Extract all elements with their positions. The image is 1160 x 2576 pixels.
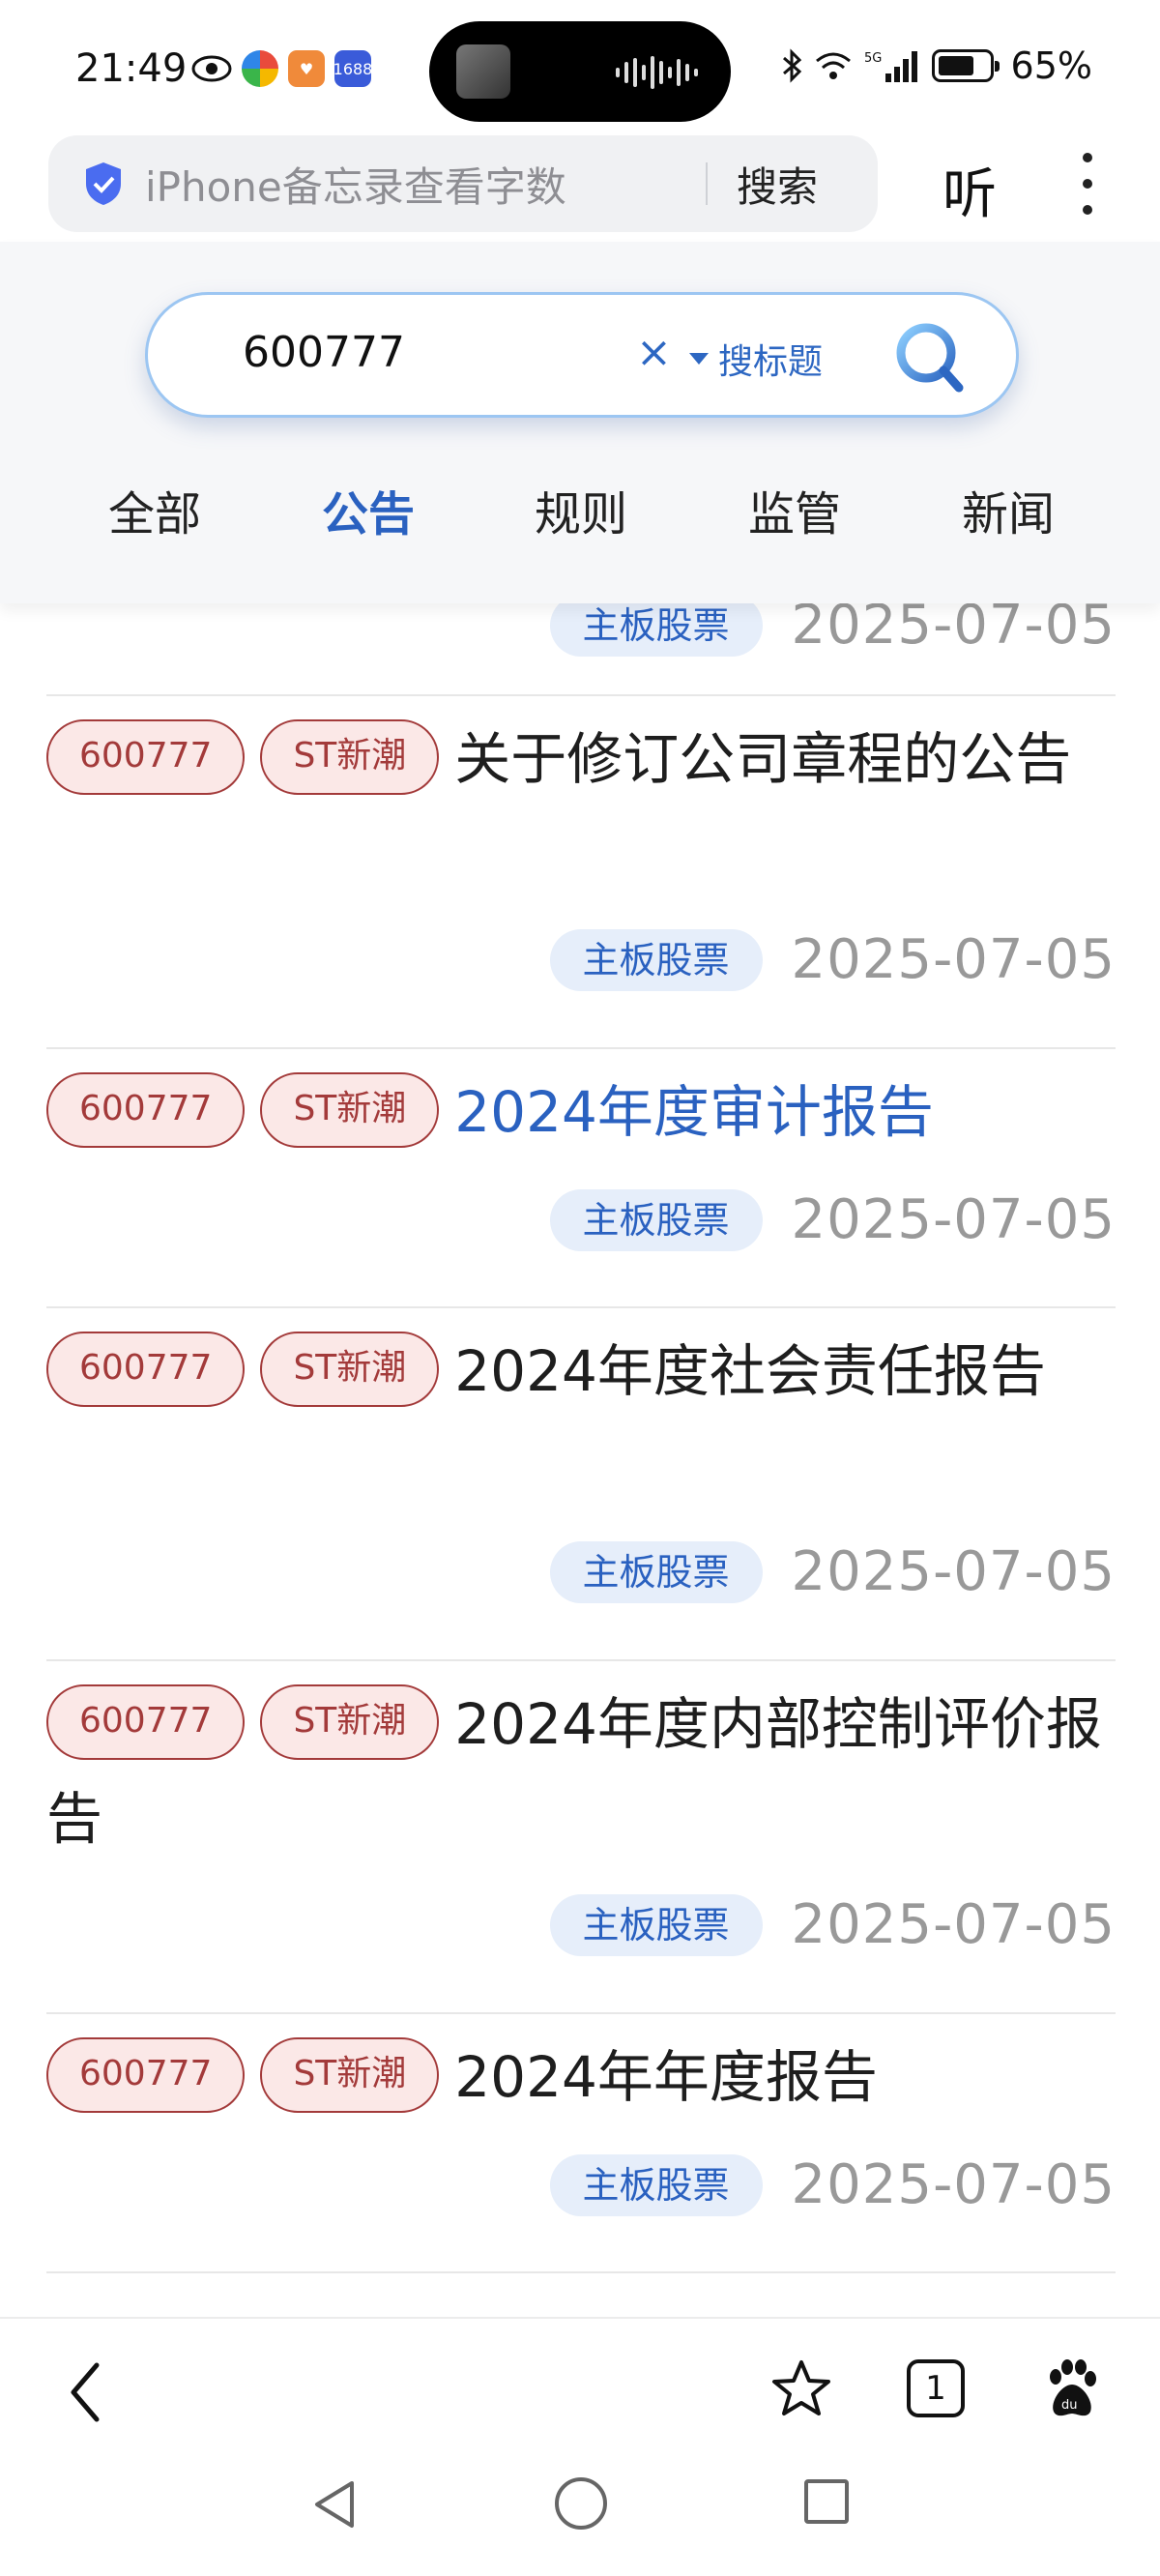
tab-all[interactable]: 全部 <box>108 476 201 543</box>
5g-signal-icon: 5G <box>864 51 917 82</box>
result-title[interactable]: 关于修订公司章程的公告 <box>454 726 1071 792</box>
status-right: 5G 65% <box>781 44 1092 87</box>
list-item[interactable]: 600777 ST新潮 2024年年度报告 主板股票 2025-07-05 <box>46 2014 1116 2273</box>
status-time: 21:49 <box>75 46 188 91</box>
address-text[interactable]: iPhone备忘录查看字数 <box>145 155 686 214</box>
result-title[interactable]: 2024年年度报告 <box>454 2044 878 2110</box>
browser-bar: iPhone备忘录查看字数 搜索 听 <box>0 135 1160 242</box>
result-title[interactable]: 2024年度审计报告 <box>454 1079 934 1145</box>
browser-toolbar: 1 du <box>0 2317 1160 2452</box>
tabs-count-button[interactable]: 1 <box>907 2359 965 2417</box>
tab-news[interactable]: 新闻 <box>962 476 1055 543</box>
colorful-app-icon <box>242 50 278 87</box>
listen-button[interactable]: 听 <box>942 151 997 229</box>
stock-code-tag[interactable]: 600777 <box>46 2036 246 2113</box>
result-title-line: 600777 ST新潮 2024年度内部控制评价报告 <box>46 1661 1116 1866</box>
list-item[interactable]: 600777 ST新潮 关于修订公司章程的公告 主板股票 2025-07-05 <box>46 696 1116 1049</box>
result-date: 2025-07-05 <box>791 2153 1116 2216</box>
list-item[interactable]: 600777 ST新潮 2024年度审计报告 主板股票 2025-07-05 <box>46 1049 1116 1308</box>
stock-name-tag[interactable]: ST新潮 <box>260 1071 440 1148</box>
back-arrow-icon[interactable] <box>62 2357 110 2427</box>
stock-name-tag[interactable]: ST新潮 <box>260 718 440 795</box>
result-meta: 主板股票 2025-07-05 <box>549 928 1116 991</box>
nav-recents-icon[interactable] <box>804 2479 849 2524</box>
more-menu-icon[interactable] <box>1073 153 1102 215</box>
svg-text:5G: 5G <box>864 51 882 66</box>
heart-app-icon: ♥ <box>288 50 325 87</box>
result-date: 2025-07-05 <box>791 1893 1116 1956</box>
result-title-line: 600777 ST新潮 2024年度社会责任报告 <box>46 1308 1116 1419</box>
stock-code-tag[interactable]: 600777 <box>46 1071 246 1148</box>
result-title-line: 600777 ST新潮 2024年度审计报告 <box>46 1049 1116 1159</box>
wifi-icon <box>815 52 851 79</box>
result-date: 2025-07-05 <box>791 928 1116 991</box>
dynamic-island[interactable] <box>429 21 731 122</box>
nav-home-icon[interactable] <box>555 2477 607 2530</box>
category-tabs: 全部 公告 规则 监管 新闻 <box>0 476 1160 563</box>
audio-wave-icon <box>616 56 698 89</box>
stock-code-tag[interactable]: 600777 <box>46 718 246 795</box>
board-badge: 主板股票 <box>549 928 763 991</box>
result-meta: 主板股票 2025-07-05 <box>549 1893 1116 1956</box>
tab-supervision[interactable]: 监管 <box>748 476 841 543</box>
stock-name-tag[interactable]: ST新潮 <box>260 2036 440 2113</box>
battery-percent: 65% <box>1010 44 1092 87</box>
board-badge: 主板股票 <box>549 2153 763 2216</box>
caret-down-icon <box>689 353 709 365</box>
media-thumbnail <box>456 44 510 99</box>
stock-code-tag[interactable]: 600777 <box>46 1683 246 1760</box>
search-value[interactable]: 600777 <box>243 328 405 377</box>
stock-code-tag[interactable]: 600777 <box>46 1331 246 1407</box>
clear-icon[interactable]: × <box>636 328 672 377</box>
bluetooth-icon <box>782 48 801 83</box>
result-meta: 主板股票 2025-07-05 <box>549 2153 1116 2216</box>
shield-check-icon <box>86 162 121 205</box>
result-meta: 主板股票 2025-07-05 <box>549 1188 1116 1251</box>
battery-icon <box>931 49 1000 82</box>
list-item[interactable]: 600777 ST新潮 2024年度内部控制评价报告 主板股票 2025-07-05 <box>46 1661 1116 2014</box>
board-badge: 主板股票 <box>549 1540 763 1603</box>
address-divider <box>706 162 708 205</box>
nav-back-icon[interactable] <box>307 2477 362 2532</box>
search-input[interactable]: 600777 × 搜标题 <box>145 292 1019 418</box>
tab-rules[interactable]: 规则 <box>535 476 627 543</box>
search-icon[interactable] <box>887 314 974 401</box>
result-date: 2025-07-05 <box>791 1188 1116 1251</box>
star-bookmark-icon[interactable] <box>769 2357 833 2421</box>
tab-announcements[interactable]: 公告 <box>322 476 415 543</box>
search-scope-dropdown[interactable]: 搜标题 <box>689 334 823 384</box>
result-title-line: 600777 ST新潮 关于修订公司章程的公告 <box>46 696 1116 806</box>
stock-name-tag[interactable]: ST新潮 <box>260 1331 440 1407</box>
system-nav-bar <box>0 2452 1160 2576</box>
result-date: 2025-07-05 <box>791 1540 1116 1603</box>
1688-app-icon: 1688 <box>334 50 372 87</box>
list-item[interactable]: 600777 ST新潮 2024年度社会责任报告 主板股票 2025-07-05 <box>46 1308 1116 1661</box>
svg-text:du: du <box>1061 2398 1078 2413</box>
result-title-line: 600777 ST新潮 2024年年度报告 <box>46 2014 1116 2124</box>
address-bar[interactable]: iPhone备忘录查看字数 搜索 <box>48 135 878 232</box>
board-badge: 主板股票 <box>549 594 763 657</box>
eye-icon <box>191 55 232 82</box>
result-title[interactable]: 2024年度社会责任报告 <box>454 1338 1046 1404</box>
stock-name-tag[interactable]: ST新潮 <box>260 1683 440 1760</box>
board-badge: 主板股票 <box>549 1188 763 1251</box>
board-badge: 主板股票 <box>549 1893 763 1956</box>
search-panel: 600777 × 搜标题 全部 公告 规则 监管 新闻 <box>0 242 1160 603</box>
status-bar: 21:49 ♥ 1688 5G 65% <box>0 0 1160 135</box>
search-scope-label: 搜标题 <box>718 342 824 382</box>
result-meta: 主板股票 2025-07-05 <box>549 1540 1116 1603</box>
address-search-button[interactable]: 搜索 <box>737 155 818 214</box>
baidu-paw-icon[interactable]: du <box>1042 2357 1102 2421</box>
notification-icons: ♥ 1688 <box>191 50 372 87</box>
